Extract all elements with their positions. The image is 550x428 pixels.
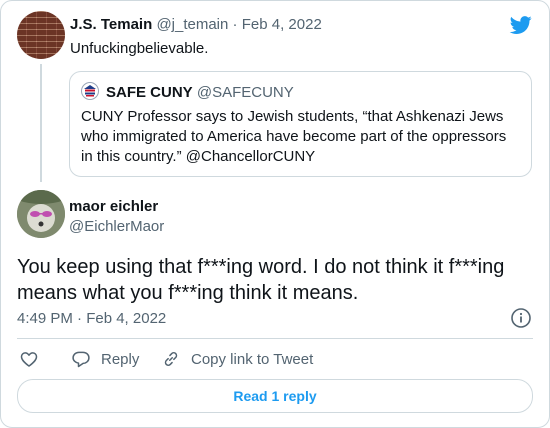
quoted-tweet-header: SAFE CUNY @SAFECUNY (106, 84, 294, 101)
reply-button[interactable]: Reply (71, 348, 139, 370)
reply-label: Reply (101, 350, 140, 368)
parent-author-handle[interactable]: @j_temain (156, 16, 228, 33)
twitter-bird-icon[interactable] (509, 14, 533, 36)
reply-bubble-icon (72, 351, 90, 368)
quoted-author-name: SAFE CUNY (106, 84, 193, 101)
actions-divider (17, 338, 533, 339)
safe-cuny-avatar (81, 82, 99, 100)
quoted-text-line: who immigrated to America have become pa… (81, 128, 507, 145)
parent-author-name[interactable]: J.S. Temain (70, 16, 152, 33)
quoted-tweet-text: CUNY Professor says to Jewish students, … (81, 107, 521, 167)
like-button[interactable] (19, 348, 39, 370)
main-text-line: means what you f***ing think it means. (17, 282, 359, 304)
main-author-name[interactable]: maor eichler (69, 198, 158, 215)
quoted-text-line: CUNY Professor says to Jewish students, … (81, 108, 504, 125)
quoted-tweet[interactable]: SAFE CUNY @SAFECUNY CUNY Professor says … (69, 71, 532, 177)
thread-connector (40, 64, 42, 182)
info-icon[interactable] (510, 307, 532, 329)
main-author-handle[interactable]: @EichlerMaor (69, 218, 164, 235)
parent-tweet-header: J.S. Temain @j_temain · Feb 4, 2022 (70, 16, 322, 33)
heart-icon (20, 352, 38, 367)
parent-tweet-date[interactable]: Feb 4, 2022 (242, 16, 322, 33)
parent-avatar[interactable] (17, 11, 65, 59)
main-avatar[interactable] (17, 190, 65, 238)
main-text-line: You keep using that f***ing word. I do n… (17, 256, 505, 278)
parent-tweet-text: Unfuckingbelievable. (70, 40, 209, 57)
parent-meta-separator: · (232, 16, 238, 33)
copy-link-label: Copy link to Tweet (191, 350, 314, 368)
copy-link-button[interactable]: Copy link to Tweet (161, 348, 313, 370)
quoted-author-handle: @SAFECUNY (196, 84, 294, 101)
main-tweet-text: You keep using that f***ing word. I do n… (17, 254, 537, 306)
link-icon (164, 352, 178, 366)
quoted-text-line: in this country.” @ChancellorCUNY (81, 148, 316, 165)
tweet-timestamp[interactable]: 4:49 PM · Feb 4, 2022 (17, 310, 166, 327)
read-replies-button[interactable]: Read 1 reply (17, 379, 533, 413)
read-replies-label: Read 1 reply (233, 388, 317, 404)
